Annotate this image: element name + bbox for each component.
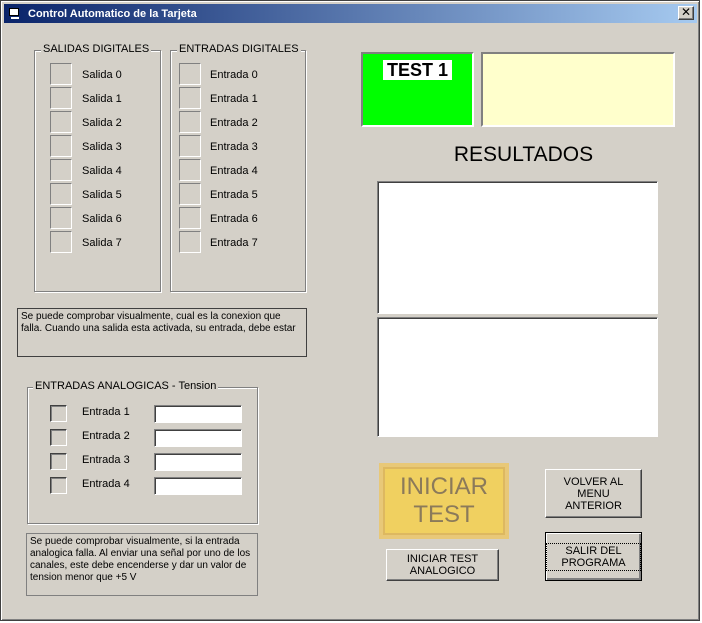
title-bar[interactable]: Control Automatico de la Tarjeta ✕ (4, 4, 697, 23)
test-status-label: TEST 1 (383, 60, 453, 80)
output-label-4: Salida 4 (82, 165, 122, 177)
input-led-2 (179, 111, 201, 133)
output-led-6 (50, 207, 72, 229)
analog-label-1: Entrada 1 (82, 406, 130, 418)
computer-icon[interactable] (8, 7, 22, 20)
close-button[interactable]: ✕ (678, 6, 694, 20)
analog-value-3[interactable] (154, 453, 242, 471)
analog-label-4: Entrada 4 (82, 478, 130, 490)
analog-value-4[interactable] (154, 477, 242, 495)
input-led-1 (179, 87, 201, 109)
analog-note: Se puede comprobar visualmente, si la en… (26, 533, 258, 596)
start-test-button[interactable]: INICIAR TEST (379, 463, 509, 539)
input-label-4: Entrada 4 (210, 165, 258, 177)
analog-label-2: Entrada 2 (82, 430, 130, 442)
main-window: Control Automatico de la Tarjeta ✕ SALID… (0, 0, 700, 621)
digital-note: Se puede comprobar visualmente, cual es … (17, 308, 307, 357)
results-title: RESULTADOS (453, 143, 594, 166)
input-label-3: Entrada 3 (210, 141, 258, 153)
output-led-7 (50, 231, 72, 253)
start-analog-test-button[interactable]: INICIAR TEST ANALOGICO (386, 549, 499, 581)
output-led-0 (50, 63, 72, 85)
input-led-5 (179, 183, 201, 205)
exit-button-label: SALIR DEL PROGRAMA (546, 542, 641, 571)
analog-value-1[interactable] (154, 405, 242, 423)
output-led-4 (50, 159, 72, 181)
input-label-6: Entrada 6 (210, 213, 258, 225)
output-label-5: Salida 5 (82, 189, 122, 201)
window-title: Control Automatico de la Tarjeta (28, 7, 197, 20)
output-led-3 (50, 135, 72, 157)
input-label-2: Entrada 2 (210, 117, 258, 129)
digital-outputs-title: SALIDAS DIGITALES (41, 43, 152, 55)
output-label-7: Salida 7 (82, 237, 122, 249)
output-label-6: Salida 6 (82, 213, 122, 225)
input-label-7: Entrada 7 (210, 237, 258, 249)
output-led-2 (50, 111, 72, 133)
analog-inputs-title: ENTRADAS ANALOGICAS - Tension (33, 380, 219, 392)
input-led-7 (179, 231, 201, 253)
digital-inputs-title: ENTRADAS DIGITALES (177, 43, 301, 55)
analog-led-3 (50, 453, 67, 470)
input-led-4 (179, 159, 201, 181)
analog-led-2 (50, 429, 67, 446)
exit-button[interactable]: SALIR DEL PROGRAMA (545, 532, 642, 581)
analog-label-3: Entrada 3 (82, 454, 130, 466)
output-led-1 (50, 87, 72, 109)
input-label-1: Entrada 1 (210, 93, 258, 105)
output-label-3: Salida 3 (82, 141, 122, 153)
output-label-0: Salida 0 (82, 69, 122, 81)
results-panel-top (377, 181, 658, 314)
input-label-0: Entrada 0 (210, 69, 258, 81)
results-panel-bottom (377, 317, 658, 437)
test-status-panel: TEST 1 (361, 52, 474, 127)
digital-inputs-group: ENTRADAS DIGITALES Entrada 0 Entrada 1 E… (170, 43, 306, 292)
test-message-panel (481, 52, 675, 127)
input-led-0 (179, 63, 201, 85)
input-led-6 (179, 207, 201, 229)
back-button[interactable]: VOLVER AL MENU ANTERIOR (545, 469, 642, 518)
digital-outputs-group: SALIDAS DIGITALES Salida 0 Salida 1 Sali… (34, 43, 161, 292)
analog-led-1 (50, 405, 67, 422)
input-label-5: Entrada 5 (210, 189, 258, 201)
analog-inputs-group: ENTRADAS ANALOGICAS - Tension Entrada 1 … (27, 380, 258, 524)
output-label-1: Salida 1 (82, 93, 122, 105)
output-led-5 (50, 183, 72, 205)
analog-value-2[interactable] (154, 429, 242, 447)
output-label-2: Salida 2 (82, 117, 122, 129)
input-led-3 (179, 135, 201, 157)
analog-led-4 (50, 477, 67, 494)
